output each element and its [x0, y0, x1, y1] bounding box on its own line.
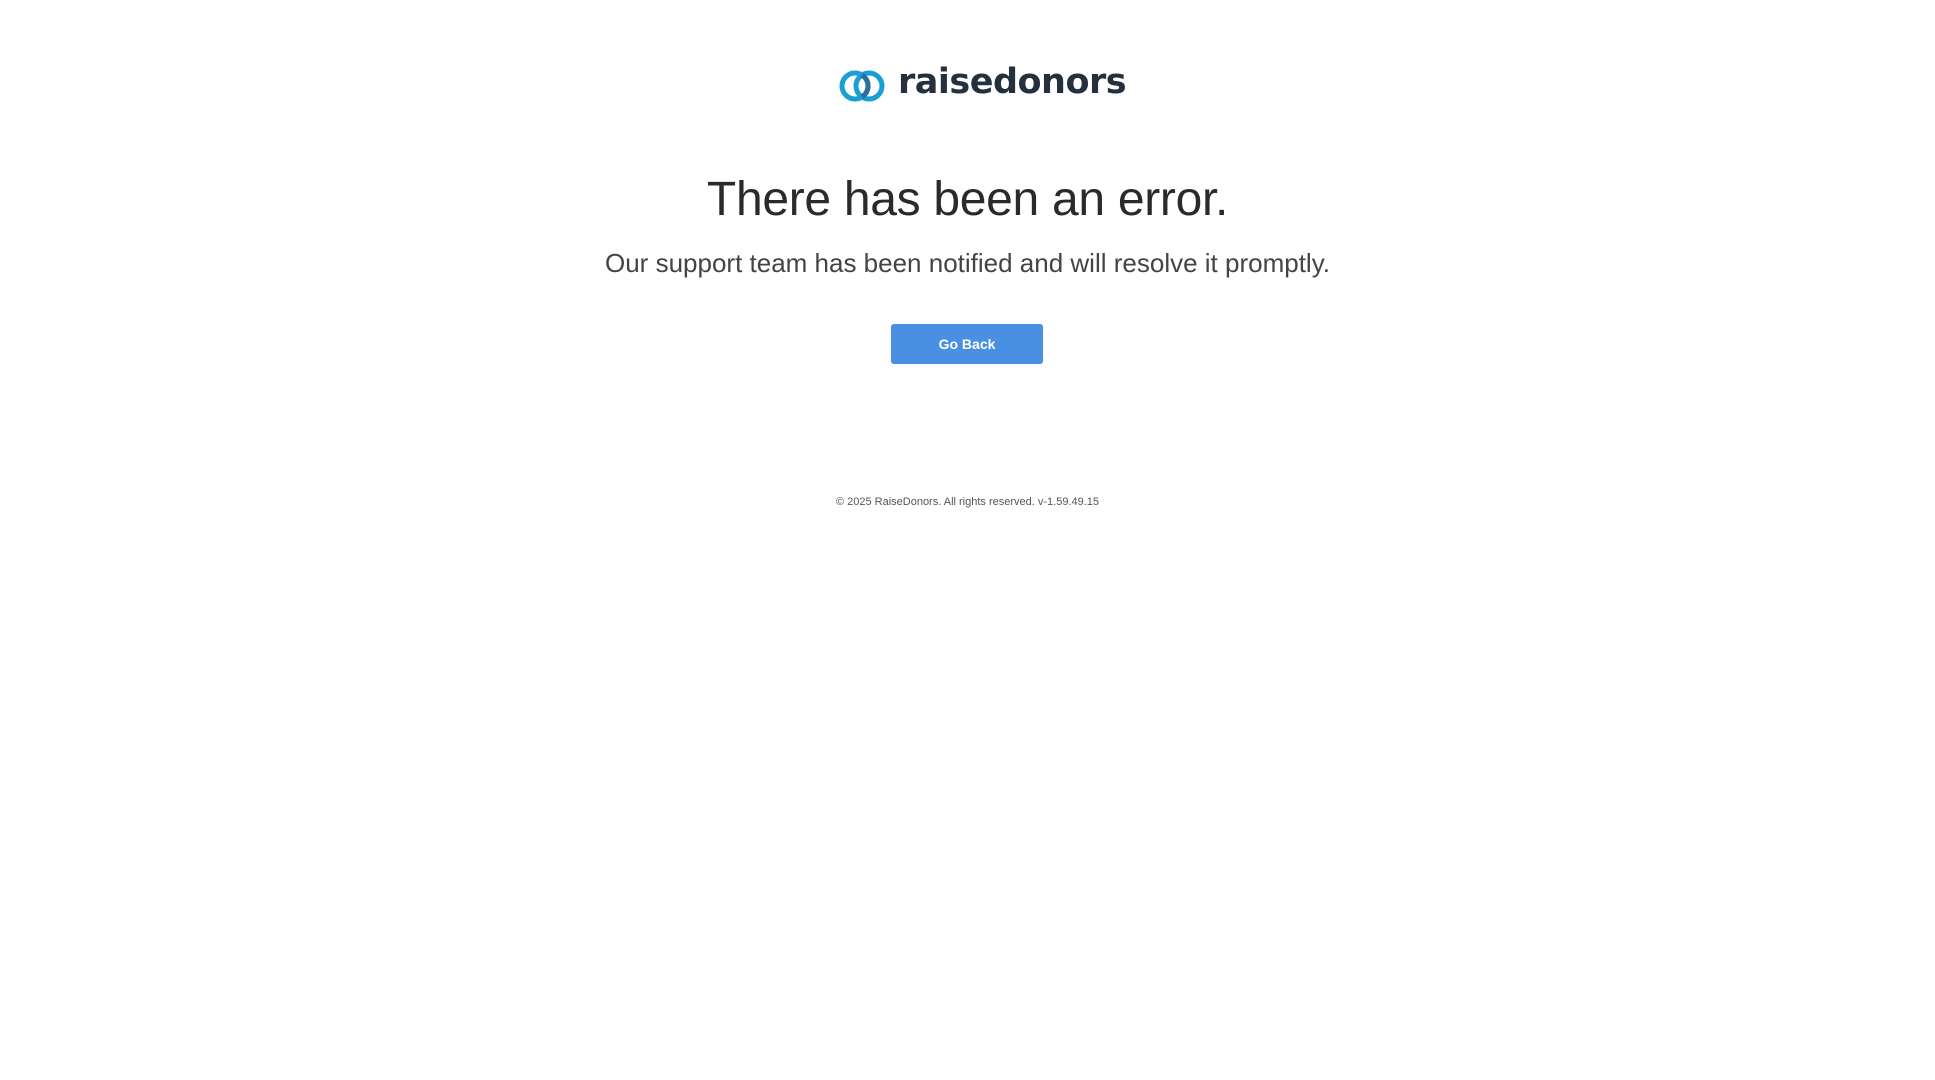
- error-title: There has been an error.: [706, 173, 1229, 226]
- linked-rings-icon: [839, 70, 885, 102]
- footer-copyright: © 2025 RaiseDonors. All rights reserved.…: [835, 496, 1100, 508]
- brand-wordmark: raisedonors: [898, 61, 1127, 102]
- raisedonors-logo[interactable]: raisedonors: [838, 61, 1127, 108]
- error-message: Our support team has been notified and w…: [605, 248, 1330, 278]
- go-back-button[interactable]: Go Back: [891, 324, 1043, 364]
- error-page: raisedonors There has been an error. Our…: [0, 0, 1935, 1080]
